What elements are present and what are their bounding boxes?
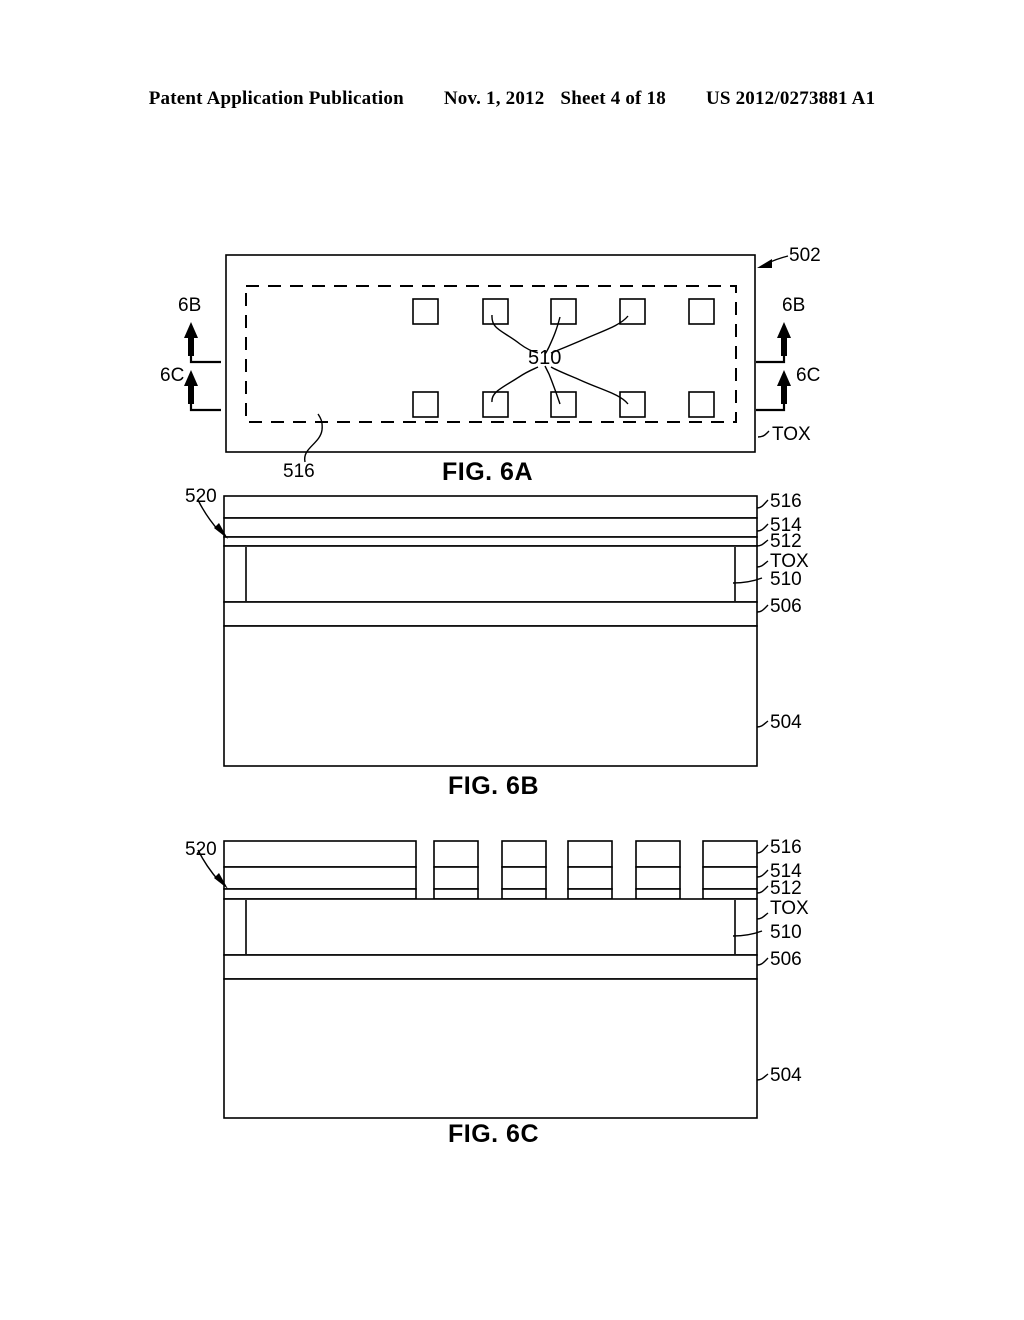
patent-drawing-sheet: Patent Application Publication Nov. 1, 2… [0,0,1024,1320]
fig6c-patterned-segment-2 [433,840,479,900]
fig6c-label-510: 510 [770,922,802,943]
fig6c-patterned-segment-3 [501,840,547,900]
fig6c-label-520: 520 [185,839,217,860]
fig6c-layer-504 [223,978,758,1119]
fig6c-label-516: 516 [770,837,802,858]
fig6c-patterned-segment-5 [635,840,681,900]
fig6c-label-tox: TOX [770,898,809,919]
fig6c-caption: FIG. 6C [448,1120,540,1148]
fig6c-label-512: 512 [770,878,802,899]
fig6c-patterned-segment-6 [702,840,758,900]
fig6c-patterned-segment-4 [567,840,613,900]
fig6c-layer-tox [223,898,758,956]
fig6c-label-506: 506 [770,949,802,970]
fig6c-patterned-segment-1 [223,840,417,900]
fig6c-layer-506 [223,954,758,980]
fig6c-label-504: 504 [770,1065,802,1086]
